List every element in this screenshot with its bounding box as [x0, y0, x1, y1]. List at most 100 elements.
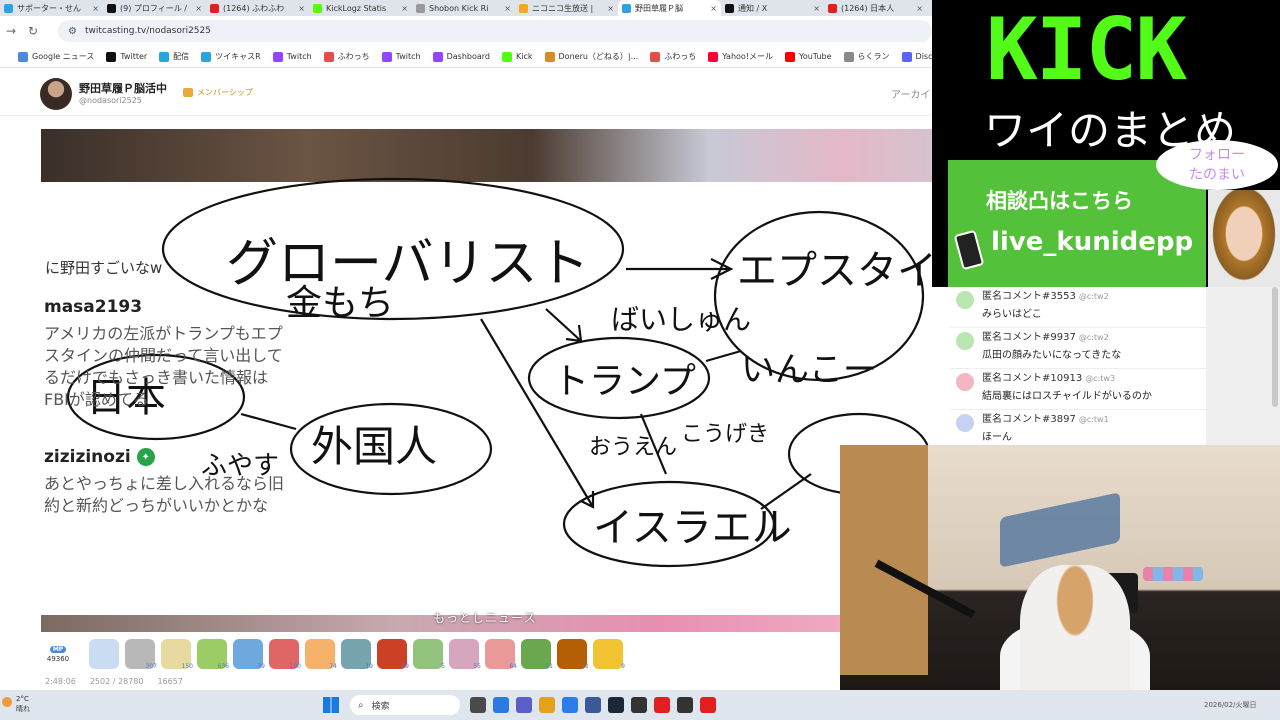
gift-item[interactable]: 11 — [521, 639, 553, 670]
browser-tab[interactable]: (1264) ふわふわ × — [206, 0, 309, 16]
bookmark-item[interactable]: YouTube — [785, 51, 832, 62]
bookmark-item[interactable]: Twitch — [272, 51, 312, 62]
bookmark-item[interactable]: Dashboard — [432, 51, 491, 62]
username[interactable]: masa2193 — [44, 297, 142, 317]
tab-close-icon[interactable]: × — [607, 4, 614, 13]
weather-widget[interactable]: 2°C 晴れ — [2, 694, 30, 714]
browser-tab[interactable]: (9) プロフィール / × — [103, 0, 206, 16]
taskbar-app-icon[interactable] — [700, 697, 716, 713]
taskbar-app-icon[interactable] — [470, 697, 486, 713]
taskbar-app-icon[interactable] — [585, 697, 601, 713]
weather-temp: 2°C — [16, 695, 29, 703]
taskbar-app-icon[interactable] — [539, 697, 555, 713]
bookmark-item[interactable]: ふわっち — [323, 51, 370, 62]
gift-item[interactable]: 150 — [161, 639, 193, 670]
gift-item[interactable]: 100 — [269, 639, 301, 670]
gift-item[interactable]: 307 — [125, 639, 157, 670]
browser-tab[interactable]: ニコニコ生放送 | × — [515, 0, 618, 16]
commenter-name[interactable]: 匿名コメント#10913 @c:tw3 — [982, 369, 1115, 384]
browser-tab[interactable]: (1264) 日本人 × — [824, 0, 927, 16]
tab-close-icon[interactable]: × — [813, 4, 820, 13]
bookmark-item[interactable]: 配信 — [159, 51, 189, 62]
tab-close-icon[interactable]: × — [710, 4, 717, 13]
bookmark-item[interactable]: ツイキャスR — [201, 51, 261, 62]
gift-item[interactable]: 55 — [449, 639, 481, 670]
cam-person — [1020, 565, 1130, 707]
tab-favicon-icon — [107, 3, 116, 13]
bookmark-item[interactable]: Yahoo!メール — [708, 51, 773, 62]
cam-door — [840, 445, 928, 675]
browser-tab[interactable]: KickLogz Statis × — [309, 0, 412, 16]
tab-favicon-icon — [519, 3, 528, 13]
commenter-name[interactable]: 匿名コメント#3897 @c:tw1 — [982, 410, 1109, 425]
browser-tab[interactable]: 通知 / X × — [721, 0, 824, 16]
tab-title: ニコニコ生放送 | — [532, 3, 594, 13]
bookmark-item[interactable]: Discord StreamKit O... — [901, 51, 932, 62]
commenter-name[interactable]: 匿名コメント#3553 @c:tw2 — [982, 287, 1109, 302]
tab-close-icon[interactable]: × — [298, 4, 305, 13]
tab-close-icon[interactable]: × — [504, 4, 511, 13]
gift-count: 636 — [217, 663, 229, 670]
gift-item[interactable] — [89, 639, 119, 669]
username[interactable]: zizizinozi ✦ — [44, 447, 155, 467]
bookmark-item[interactable]: Google ニュース — [18, 51, 94, 62]
commenter-name[interactable]: 匿名コメント#9937 @c:tw2 — [982, 328, 1109, 343]
bookmark-label: Doneru（どねる）|... — [558, 52, 639, 61]
reload-icon[interactable]: ↻ — [22, 24, 44, 38]
arrow-foreigner-japan — [240, 412, 297, 431]
gift-item[interactable]: 9 — [593, 639, 625, 670]
bookmark-item[interactable]: Twitter — [106, 51, 147, 62]
url-field[interactable]: ⚙ twitcasting.tv/nodasori2525 — [58, 20, 932, 42]
tab-close-icon[interactable]: × — [401, 4, 408, 13]
bookmark-item[interactable]: Doneru（どねる）|... — [544, 51, 639, 62]
gift-item[interactable]: 74 — [305, 639, 337, 670]
bookmark-item[interactable]: らくラン — [843, 51, 890, 62]
forward-icon[interactable]: → — [0, 24, 22, 38]
gift-item[interactable]: 39 — [233, 639, 265, 670]
video-player[interactable]: グローバリスト 金もち エプスタイン いんこー ばいしゅん トランプ 外国人 お… — [41, 129, 932, 632]
browser-tab[interactable]: サポーター・せん × — [0, 0, 103, 16]
taskbar-app-icon[interactable] — [631, 697, 647, 713]
taskbar-app-icon[interactable] — [654, 697, 670, 713]
taskbar-app-icon[interactable] — [516, 697, 532, 713]
cam-wall-shelf — [1000, 492, 1120, 568]
tab-close-icon[interactable]: × — [916, 4, 923, 13]
browser-tab[interactable]: 野田草履Ｐ脳 × — [618, 0, 721, 16]
membership-button[interactable]: メンバーシップ — [183, 87, 253, 98]
mp-counter[interactable]: MP 49360 — [41, 639, 75, 669]
tab-title: (9) プロフィール / — [120, 3, 187, 13]
bookmark-label: Dashboard — [446, 52, 491, 61]
gift-item[interactable]: 19 — [341, 639, 373, 670]
side-chat-scrollbar[interactable] — [1272, 287, 1278, 407]
taskbar-app-icon[interactable] — [608, 697, 624, 713]
taskbar-search[interactable]: ⌕ 検索 — [350, 695, 460, 715]
sun-icon — [2, 697, 12, 707]
gift-item[interactable]: 5 — [413, 639, 445, 670]
tab-close-icon[interactable]: × — [92, 4, 99, 13]
bookmark-item[interactable]: Kick — [502, 51, 533, 62]
follow-line-2: たのまい — [1189, 167, 1245, 183]
bookmark-favicon-icon — [843, 51, 854, 62]
taskbar-app-icon[interactable] — [677, 697, 693, 713]
bookmark-favicon-icon — [323, 51, 334, 62]
bookmark-item[interactable]: ふわっち — [650, 51, 696, 62]
tab-close-icon[interactable]: × — [195, 4, 202, 13]
bookmark-item[interactable]: Twitch — [381, 51, 421, 62]
channel-avatar[interactable] — [40, 78, 72, 110]
tab-favicon-icon — [828, 3, 837, 13]
windows-start-icon[interactable] — [323, 697, 339, 713]
taskbar-app-icon[interactable] — [493, 697, 509, 713]
tab-title: KickLogz Statis — [326, 3, 387, 13]
gift-item[interactable]: 69 — [377, 639, 409, 670]
os-taskbar: 2°C 晴れ ⌕ 検索 2026/02/火曜日 — [0, 690, 1280, 720]
archive-link[interactable]: アーカイ — [891, 86, 930, 101]
taskbar-app-icon[interactable] — [562, 697, 578, 713]
username-text: masa2193 — [44, 297, 143, 317]
site-info-icon[interactable]: ⚙ — [68, 26, 77, 37]
gift-item[interactable]: 51 — [557, 639, 589, 670]
gift-item[interactable]: 636 — [197, 639, 229, 670]
channel-name[interactable]: 野田草履Ｐ脳活中 — [79, 80, 167, 96]
browser-tab[interactable]: Shobon Kick Ri × — [412, 0, 515, 16]
board-word-foreigner: 外国人 — [311, 422, 437, 471]
gift-item[interactable]: 64 — [485, 639, 517, 670]
